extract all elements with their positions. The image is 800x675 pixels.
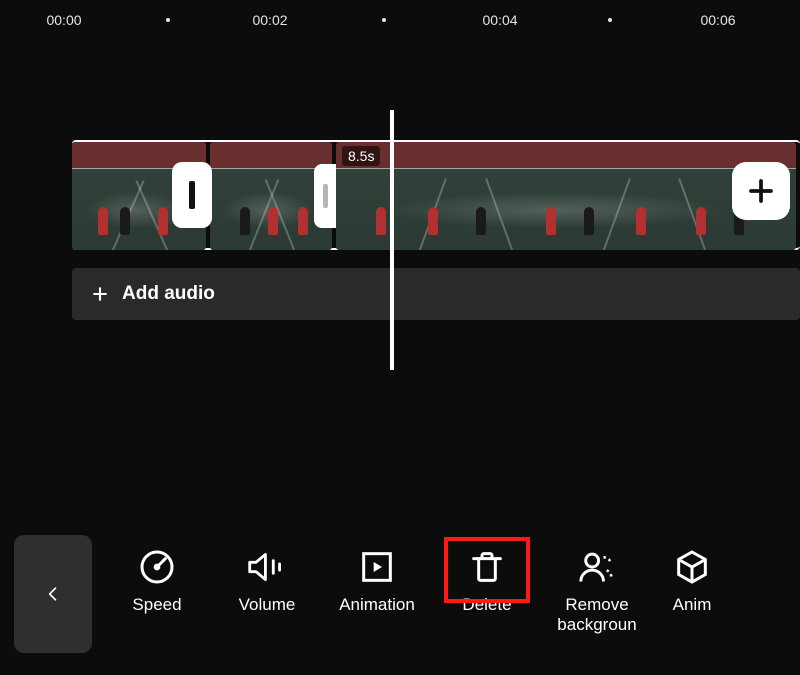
toolbar-item-volume[interactable]: Volume: [212, 535, 322, 615]
volume-icon: [245, 547, 289, 587]
ruler-dot: [382, 18, 386, 22]
add-audio-label: Add audio: [122, 283, 215, 305]
clip-split-handle[interactable]: [172, 162, 212, 228]
trim-handle-bar-icon: [323, 184, 328, 208]
toolbar-item-label: Remove backgroun: [542, 595, 652, 634]
ruler-dot: [166, 18, 170, 22]
edit-toolbar: Speed Volume Animation Delete: [0, 535, 800, 655]
toolbar-item-label: Volume: [239, 595, 296, 615]
ruler-label: 00:02: [252, 12, 287, 28]
toolbar-item-label: Speed: [132, 595, 181, 615]
chevron-left-icon: [43, 577, 63, 611]
add-clip-button[interactable]: [732, 162, 790, 220]
video-timeline[interactable]: 8.5s Add audio: [0, 140, 800, 450]
ruler-dot: [608, 18, 612, 22]
video-clip-selected[interactable]: 8.5s: [336, 142, 796, 250]
remove-background-icon: [576, 547, 618, 587]
toolbar-item-label: Anim: [673, 595, 712, 615]
tutorial-highlight-box: [444, 537, 530, 603]
toolbar-back-button[interactable]: [14, 535, 92, 653]
clip-fragment[interactable]: [4, 142, 62, 250]
ruler-label: 00:00: [46, 12, 81, 28]
clip-trim-handle[interactable]: [314, 164, 336, 228]
animation-icon: [357, 547, 397, 587]
toolbar-item-speed[interactable]: Speed: [102, 535, 212, 615]
toolbar-item-label: Animation: [339, 595, 415, 615]
ruler-label: 00:06: [700, 12, 735, 28]
time-ruler[interactable]: 00:00 00:02 00:04 00:06: [0, 8, 800, 40]
toolbar-item-remove-bg[interactable]: Remove backgroun: [542, 535, 652, 634]
plus-icon: [90, 284, 110, 304]
ruler-label: 00:04: [482, 12, 517, 28]
timeline-playhead[interactable]: [390, 110, 394, 370]
cube-icon: [672, 547, 712, 587]
speed-icon: [137, 547, 177, 587]
toolbar-item-animation[interactable]: Animation: [322, 535, 432, 615]
toolbar-item-delete[interactable]: Delete: [432, 535, 542, 615]
add-audio-button[interactable]: Add audio: [72, 268, 800, 320]
plus-icon: [746, 176, 776, 206]
clip-duration-badge: 8.5s: [342, 146, 380, 166]
toolbar-item-partial[interactable]: Anim: [652, 535, 732, 615]
split-handle-bar-icon: [189, 181, 195, 209]
